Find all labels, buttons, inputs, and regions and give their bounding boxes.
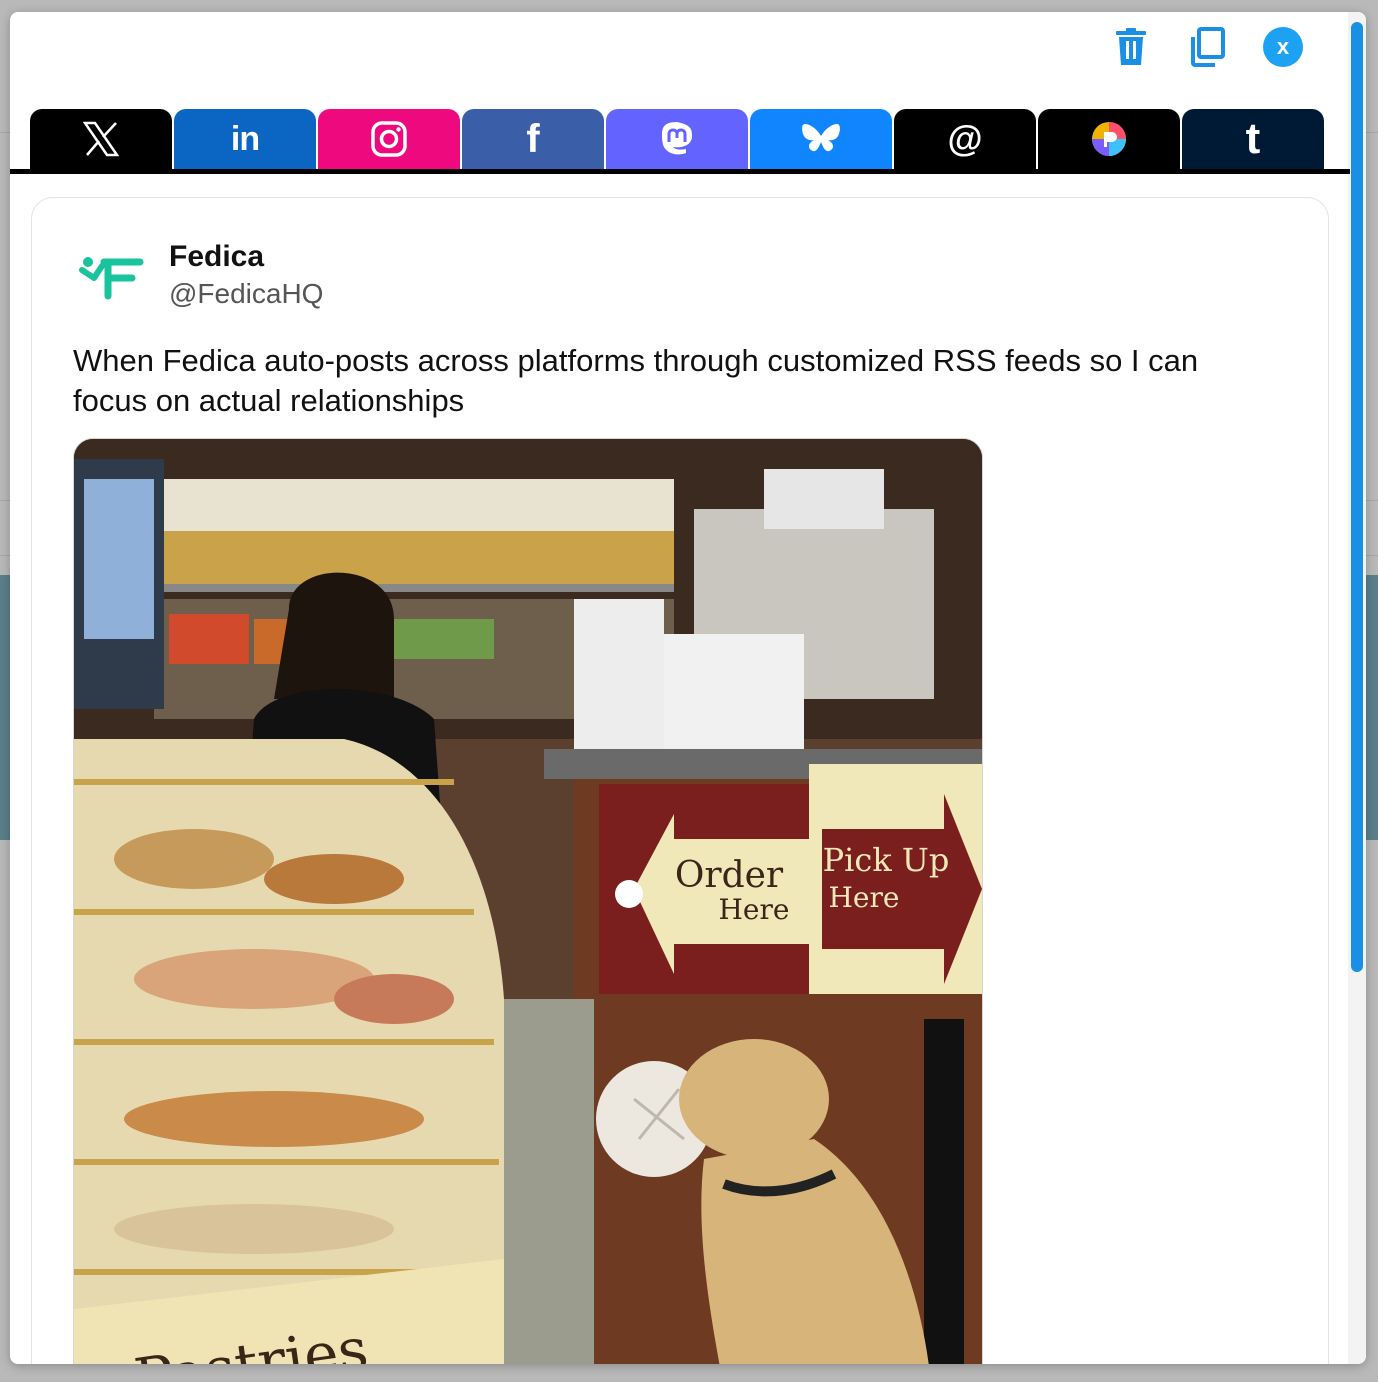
close-button[interactable]: x (1262, 26, 1304, 68)
close-icon: x (1263, 27, 1303, 67)
scrollbar-thumb[interactable] (1351, 22, 1363, 972)
avatar (79, 257, 144, 300)
post-image[interactable]: Order Here Pick Up Here (73, 438, 983, 1364)
fedica-logo-icon (79, 257, 144, 300)
stanchion-post (924, 1019, 964, 1364)
tab-x[interactable] (30, 109, 172, 169)
copy-button[interactable] (1186, 26, 1228, 68)
tab-mastodon[interactable] (606, 109, 748, 169)
tumblr-icon: t (1245, 114, 1261, 163)
copy-icon (1191, 27, 1225, 67)
scrollbar-track[interactable] (1348, 12, 1366, 1364)
platform-tabs: in f @ t (30, 109, 1324, 169)
background-panel (1366, 575, 1378, 840)
sign-order-line1: Order (675, 855, 784, 896)
trash-icon (1116, 28, 1146, 65)
linkedin-icon: in (230, 119, 260, 158)
post-preview-card: Fedica @FedicaHQ When Fedica auto-posts … (31, 197, 1329, 1364)
tab-facebook[interactable]: f (462, 109, 604, 169)
pastry-case: Pastries (74, 739, 504, 1364)
pixelfed-icon (1092, 122, 1126, 156)
instagram-icon (371, 121, 407, 157)
post-preview-modal: x in f @ t Fedica @FedicaHQ When Fedica … (10, 12, 1366, 1364)
handle: @FedicaHQ (169, 278, 324, 309)
tab-bluesky[interactable] (750, 109, 892, 169)
sign-pickup-line2: Here (829, 881, 900, 914)
cafe-dog-photo: Order Here Pick Up Here (74, 439, 982, 1364)
bluesky-icon (802, 124, 840, 152)
sign-pickup-line1: Pick Up (823, 841, 950, 879)
post-text: When Fedica auto-posts across platforms … (73, 343, 1199, 418)
x-logo-icon (83, 121, 119, 157)
tab-threads[interactable]: @ (894, 109, 1036, 169)
display-name: Fedica (169, 240, 265, 273)
mastodon-icon (662, 122, 692, 155)
facebook-icon: f (526, 116, 540, 161)
modal-actions: x (1110, 26, 1304, 68)
tab-linkedin[interactable]: in (174, 109, 316, 169)
syrup-bottles (154, 479, 674, 592)
background-panel (0, 575, 10, 840)
threads-icon: @ (947, 118, 983, 159)
tabs-divider (10, 169, 1350, 174)
coffee-sticker (615, 880, 643, 908)
delete-button[interactable] (1110, 26, 1152, 68)
tab-instagram[interactable] (318, 109, 460, 169)
tab-pixelfed[interactable] (1038, 109, 1180, 169)
sign-order-line2: Here (719, 893, 790, 926)
tab-tumblr[interactable]: t (1182, 109, 1324, 169)
